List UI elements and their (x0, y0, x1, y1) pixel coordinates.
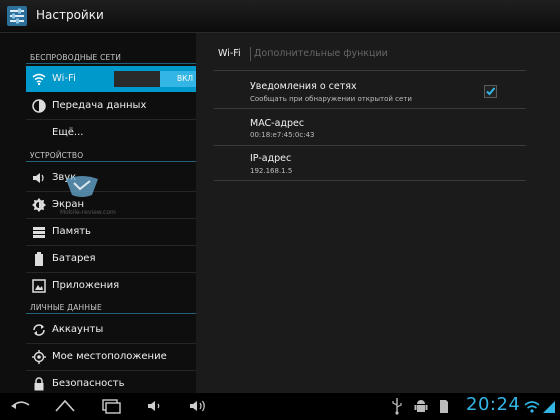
sidebar-item-more[interactable]: Ещё... (26, 120, 196, 146)
tab-wifi[interactable]: Wi-Fi (218, 48, 241, 59)
divider (214, 180, 526, 181)
apps-icon (32, 279, 46, 293)
watermark-logo (66, 176, 98, 197)
sidebar-item-label: Приложения (52, 280, 120, 291)
sidebar-item-label: Мое местоположение (52, 351, 167, 362)
volume-up-icon[interactable] (188, 397, 208, 415)
volume-down-icon[interactable] (146, 397, 164, 415)
back-icon[interactable] (10, 397, 32, 415)
section-header-wireless: БЕСПРОВОДНЫЕ СЕТИ (30, 53, 122, 62)
battery-icon (35, 252, 43, 266)
settings-screen: БЕСПРОВОДНЫЕ СЕТИ Wi-Fi ВКЛ Передача дан… (0, 33, 560, 393)
sidebar-item-label: Безопасность (52, 378, 125, 389)
header-divider (214, 70, 526, 71)
settings-app-icon[interactable] (6, 5, 28, 27)
sidebar-item-battery[interactable]: Батарея (26, 246, 196, 272)
sidebar-item-accounts[interactable]: Аккаунты (26, 317, 196, 343)
pref-summary: Сообщать при обнаружении открытой сети (250, 95, 412, 103)
ip-address-value: 192.168.1.5 (250, 167, 293, 175)
network-notify-checkbox[interactable] (484, 85, 497, 98)
usb-icon (392, 398, 402, 415)
section-header-personal: ЛИЧНЫЕ ДАННЫЕ (30, 303, 102, 312)
mac-address-value: 00:18:e7:45:0c:43 (250, 131, 315, 139)
app-title: Настройки (36, 8, 104, 22)
sidebar-item-wifi[interactable]: Wi-Fi ВКЛ (26, 66, 210, 92)
home-icon[interactable] (54, 397, 76, 415)
brightness-icon (32, 198, 46, 212)
wifi-detail-pane: Wi-Fi Дополнительные функции Уведомления… (196, 33, 560, 393)
divider (214, 108, 526, 109)
pref-title: IP-адрес (250, 153, 292, 164)
settings-sidebar: БЕСПРОВОДНЫЕ СЕТИ Wi-Fi ВКЛ Передача дан… (0, 33, 210, 393)
sidebar-item-label: Аккаунты (52, 324, 104, 335)
data-usage-icon (32, 99, 46, 113)
section-header-device: УСТРОЙСТВО (30, 151, 84, 160)
action-bar: Настройки (0, 0, 560, 33)
location-icon (32, 350, 46, 364)
system-bar: 20:24 (0, 393, 560, 420)
clock[interactable]: 20:24 (466, 394, 520, 415)
sidebar-item-label: Wi-Fi (52, 73, 76, 84)
recent-apps-icon[interactable] (100, 397, 122, 415)
sidebar-item-label: Память (52, 226, 91, 237)
sd-card-icon (440, 400, 448, 413)
sidebar-item-storage[interactable]: Память (26, 219, 196, 245)
section-divider (26, 313, 196, 314)
sidebar-item-location[interactable]: Мое местоположение (26, 344, 196, 370)
signal-strength-icon (543, 401, 555, 413)
sidebar-item-label: Передача данных (52, 100, 147, 111)
sync-icon (33, 324, 45, 336)
lock-icon (34, 377, 44, 391)
section-divider (26, 63, 196, 64)
section-divider (26, 161, 196, 162)
sidebar-item-sound[interactable]: Звук (26, 165, 196, 191)
speaker-icon (33, 173, 44, 183)
pref-title: MAC-адрес (250, 118, 305, 129)
tab-advanced[interactable]: Дополнительные функции (254, 48, 388, 59)
checkmark-icon (486, 87, 496, 96)
sidebar-item-apps[interactable]: Приложения (26, 273, 196, 299)
sidebar-item-label: Батарея (52, 253, 96, 264)
android-debug-icon (414, 400, 428, 412)
pref-title: Уведомления о сетях (250, 81, 357, 92)
wifi-signal-icon[interactable] (524, 397, 540, 415)
watermark-text: Mobile-review.com (60, 209, 116, 216)
sidebar-item-data-usage[interactable]: Передача данных (26, 93, 196, 119)
wifi-icon (32, 73, 46, 86)
divider (214, 145, 526, 146)
tab-separator (250, 47, 251, 61)
sidebar-item-label: Ещё... (52, 127, 84, 138)
storage-icon (33, 227, 45, 238)
